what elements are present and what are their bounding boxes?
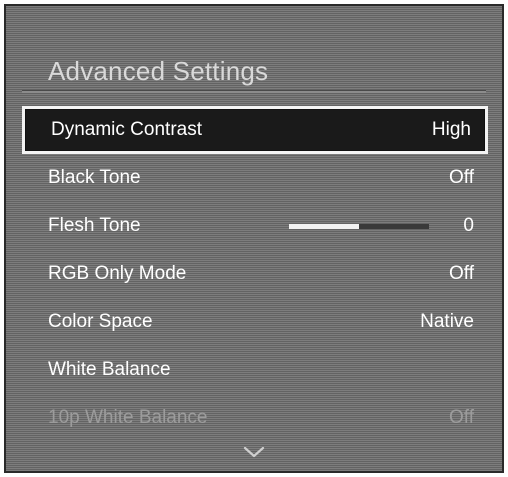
menu-item-value: High <box>431 119 471 140</box>
flesh-tone-control: 0 <box>289 215 474 237</box>
menu-item-label: Black Tone <box>48 167 141 188</box>
menu-item-dynamic-contrast[interactable]: Dynamic Contrast High <box>22 106 488 154</box>
menu-item-label: RGB Only Mode <box>48 263 187 284</box>
panel-title: Advanced Settings <box>48 56 269 86</box>
chevron-down-icon[interactable] <box>242 445 266 459</box>
advanced-settings-panel: Advanced Settings Dynamic Contrast High … <box>4 4 504 473</box>
menu-item-black-tone[interactable]: Black Tone Off <box>22 154 488 202</box>
menu-item-label: White Balance <box>48 359 171 380</box>
menu-item-10p-white-balance: 10p White Balance Off <box>22 394 488 442</box>
settings-menu: Dynamic Contrast High Black Tone Off Fle… <box>22 106 488 442</box>
flesh-tone-slider[interactable] <box>289 223 430 229</box>
menu-item-label: Flesh Tone <box>48 215 141 236</box>
flesh-tone-slider-fill <box>289 223 360 229</box>
menu-item-label: Color Space <box>48 311 153 332</box>
menu-item-label: Dynamic Contrast <box>51 119 202 140</box>
menu-item-value: Off <box>449 407 474 428</box>
menu-item-rgb-only-mode[interactable]: RGB Only Mode Off <box>22 250 488 298</box>
menu-item-value: Off <box>449 263 474 284</box>
menu-item-color-space[interactable]: Color Space Native <box>22 298 488 346</box>
menu-item-value: Native <box>420 311 474 332</box>
menu-item-value: 0 <box>463 215 474 236</box>
title-divider <box>22 90 486 93</box>
menu-item-label: 10p White Balance <box>48 407 208 428</box>
menu-item-white-balance[interactable]: White Balance <box>22 346 488 394</box>
menu-item-flesh-tone[interactable]: Flesh Tone 0 <box>22 202 488 250</box>
menu-item-value: Off <box>449 167 474 188</box>
